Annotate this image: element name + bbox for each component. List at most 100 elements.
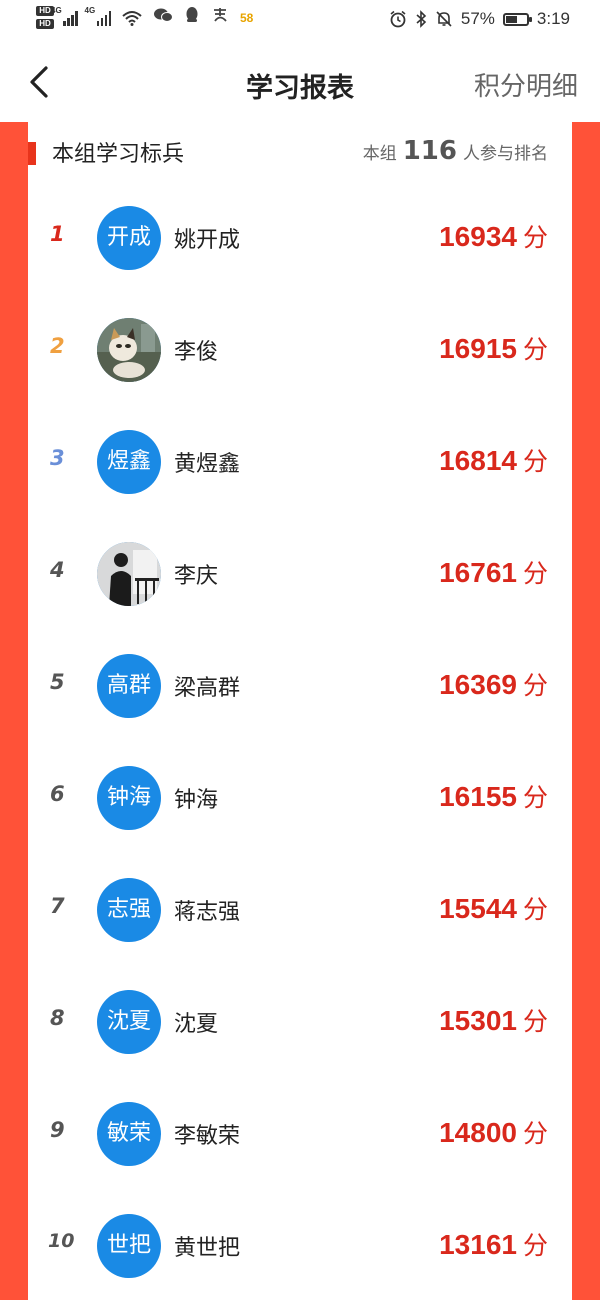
wifi-icon	[122, 10, 142, 26]
ranking-row[interactable]: 10 世把 黄世把 13161 分	[28, 1190, 572, 1302]
score-unit: 分	[522, 783, 548, 812]
score-value: 16934	[439, 221, 517, 252]
score: 15301 分	[439, 1002, 548, 1038]
ranking-row[interactable]: 7 志强 蒋志强 15544 分	[28, 854, 572, 966]
ranking-row[interactable]: 9 敏荣 李敏荣 14800 分	[28, 1078, 572, 1190]
left-red-border	[0, 122, 28, 1300]
status-icons-left: HD HD 4G 4G 58	[36, 6, 253, 29]
rank-number: 7	[50, 894, 65, 918]
mute-bell-icon	[436, 11, 452, 27]
ranking-row[interactable]: 8 沈夏 沈夏 15301 分	[28, 966, 572, 1078]
ranking-row[interactable]: 2 李俊 16915 分	[28, 294, 572, 406]
ranking-row[interactable]: 1 开成 姚开成 16934 分	[28, 182, 572, 294]
section-header: 本组学习标兵 本组 116 人参与排名	[28, 122, 572, 182]
count-suffix: 人参与排名	[463, 144, 548, 164]
member-name: 姚开成	[174, 228, 241, 253]
score-value: 15301	[439, 1005, 517, 1036]
participant-count: 本组 116 人参与排名	[363, 136, 548, 166]
battery-icon	[502, 12, 532, 26]
avatar: 钟海	[97, 766, 161, 830]
rank-number: 9	[50, 1118, 65, 1142]
wechat-icon	[153, 7, 173, 28]
rank-number: 4	[50, 558, 65, 582]
score-value: 14800	[439, 1117, 517, 1148]
section-title: 本组学习标兵	[52, 142, 185, 167]
rank-number: 5	[50, 670, 65, 694]
score: 13161 分	[439, 1226, 548, 1262]
score-value: 16915	[439, 333, 517, 364]
member-name: 李俊	[174, 340, 219, 365]
avatar-photo	[97, 542, 161, 606]
ranking-row[interactable]: 6 钟海 钟海 16155 分	[28, 742, 572, 854]
rank-number: 2	[50, 334, 65, 358]
avatar: 开成	[97, 206, 161, 270]
score: 14800 分	[439, 1114, 548, 1150]
qq-icon	[184, 6, 200, 29]
score-value: 16814	[439, 445, 517, 476]
clock-time: 3:19	[536, 9, 570, 28]
status-icons-right: 57% 3:19	[389, 9, 570, 29]
network-type-2: 4G	[84, 5, 96, 15]
score-unit: 分	[522, 1119, 548, 1148]
avatar: 高群	[97, 654, 161, 718]
alarm-icon	[390, 10, 406, 28]
avatar-photo	[97, 318, 161, 382]
score: 16915 分	[439, 330, 548, 366]
score-unit: 分	[522, 559, 548, 588]
rank-number: 6	[50, 782, 65, 806]
alipay-icon	[211, 6, 229, 29]
avatar: 敏荣	[97, 1102, 161, 1166]
member-name: 黄世把	[174, 1236, 241, 1261]
avatar: 煜鑫	[97, 430, 161, 494]
score: 16761 分	[439, 554, 548, 590]
score-unit: 分	[522, 1007, 548, 1036]
signal-icon-2: 4G	[85, 6, 111, 26]
rank-number: 10	[48, 1230, 75, 1252]
member-name: 梁高群	[174, 676, 241, 701]
score: 16814 分	[439, 442, 548, 478]
ranking-row[interactable]: 5 高群 梁高群 16369 分	[28, 630, 572, 742]
score: 16155 分	[439, 778, 548, 814]
signal-icon: 4G	[51, 6, 78, 26]
status-bar: HD HD 4G 4G 58 57% 3:19	[0, 0, 600, 42]
network-type-1: 4G	[51, 5, 62, 15]
avatar: 志强	[97, 878, 161, 942]
score: 16369 分	[439, 666, 548, 702]
ranking-row[interactable]: 3 煜鑫 黄煜鑫 16814 分	[28, 406, 572, 518]
section-accent-bar	[28, 142, 36, 165]
score-unit: 分	[522, 1231, 548, 1260]
rank-number: 8	[50, 1006, 65, 1030]
score-unit: 分	[522, 895, 548, 924]
bluetooth-icon	[416, 10, 427, 28]
count-number: 116	[402, 136, 457, 166]
score-value: 13161	[439, 1229, 517, 1260]
member-name: 沈夏	[174, 1012, 219, 1037]
ranking-panel: 本组学习标兵 本组 116 人参与排名 1 开成 姚开成 16934 分 2 李俊 16915…	[28, 122, 572, 1300]
member-name: 李庆	[174, 564, 219, 589]
avatar: 世把	[97, 1214, 161, 1278]
score-unit: 分	[522, 671, 548, 700]
app-58-icon: 58	[240, 10, 254, 25]
score: 16934 分	[439, 218, 548, 254]
member-name: 钟海	[174, 788, 219, 813]
score-value: 16369	[439, 669, 517, 700]
score: 15544 分	[439, 890, 548, 926]
score-unit: 分	[522, 335, 548, 364]
member-name: 蒋志强	[174, 900, 241, 925]
battery-percent: 57%	[460, 9, 495, 28]
member-name: 黄煜鑫	[174, 452, 241, 477]
count-prefix: 本组	[362, 144, 397, 164]
ranking-row[interactable]: 4 李庆 16761 分	[28, 518, 572, 630]
points-detail-link[interactable]: 积分明细	[474, 66, 578, 103]
hd-badge-2: HD	[36, 19, 54, 29]
app-header: 学习报表 积分明细	[0, 42, 600, 122]
score-value: 16761	[439, 557, 517, 588]
right-red-border	[572, 122, 600, 1300]
score-value: 15544	[439, 893, 517, 924]
score-unit: 分	[522, 223, 548, 252]
rank-number: 1	[50, 222, 65, 246]
rank-number: 3	[50, 446, 65, 470]
score-unit: 分	[522, 447, 548, 476]
score-value: 16155	[439, 781, 517, 812]
avatar: 沈夏	[97, 990, 161, 1054]
